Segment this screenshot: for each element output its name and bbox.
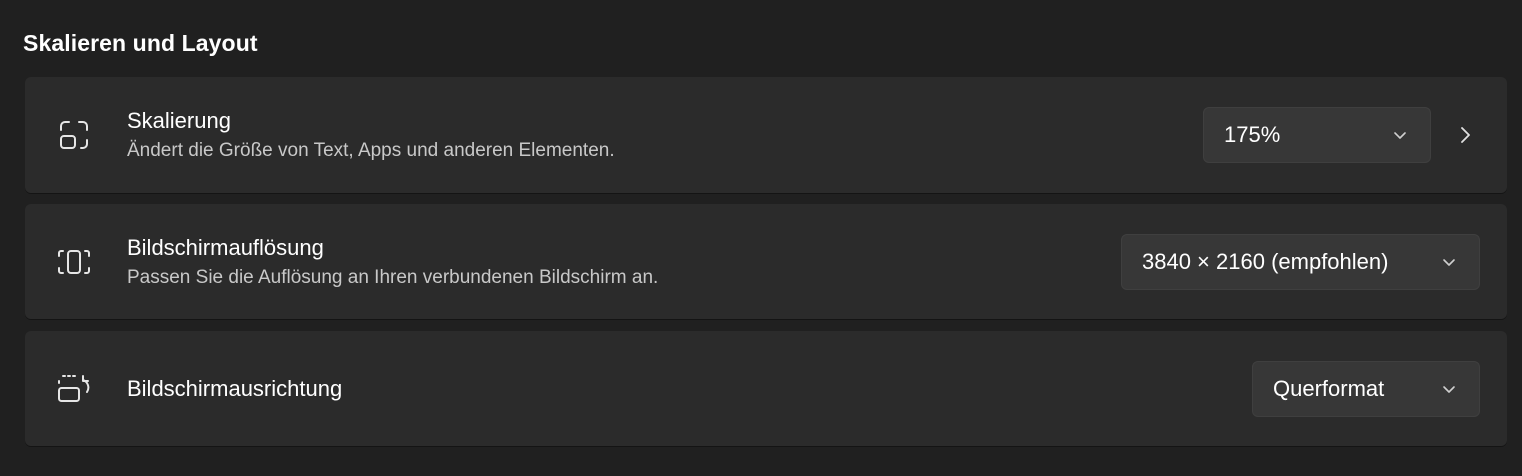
scaling-description: Ändert die Größe von Text, Apps und ande… [127,140,615,161]
scaling-value: 175% [1224,122,1281,147]
scaling-dropdown[interactable]: 175% [1203,107,1431,163]
resolution-dropdown[interactable]: 3840 × 2160 (empfohlen) [1121,233,1480,290]
orientation-card: Bildschirmausrichtung Querformat [25,331,1507,446]
resolution-card: Bildschirmauflösung Passen Sie die Auflö… [25,204,1507,319]
chevron-down-icon [1441,254,1457,270]
resolution-value: 3840 × 2160 (empfohlen) [1142,248,1389,274]
orientation-dropdown[interactable]: Querformat [1252,360,1480,417]
scale-icon [55,116,93,154]
chevron-right-icon[interactable] [1455,125,1475,145]
resolution-description: Passen Sie die Auflösung an Ihren verbun… [127,266,659,288]
orientation-value: Querformat [1273,375,1385,401]
resolution-icon [55,243,93,281]
orientation-title: Bildschirmausrichtung [127,375,343,401]
resolution-title: Bildschirmauflösung [127,234,324,260]
section-title: Skalieren und Layout [23,30,258,56]
scaling-title: Skalierung [127,108,231,133]
orientation-icon [55,370,93,408]
scaling-card[interactable]: Skalierung Ändert die Größe von Text, Ap… [25,77,1507,193]
chevron-down-icon [1441,381,1457,397]
chevron-down-icon [1392,127,1408,143]
